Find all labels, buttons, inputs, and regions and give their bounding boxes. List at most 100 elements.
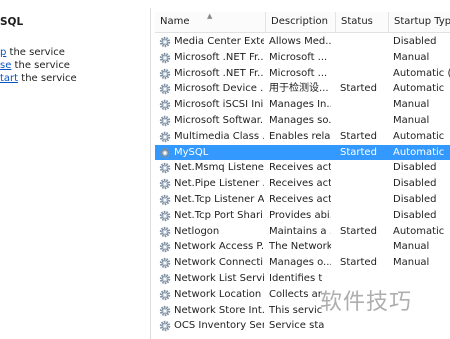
service-description: Manages o... — [269, 257, 331, 269]
service-startup-type: Disabled — [393, 209, 437, 221]
service-description: Provides abi... — [269, 209, 331, 221]
service-startup-type: Automatic — [393, 83, 445, 95]
service-status: Started — [340, 83, 377, 95]
service-description — [269, 145, 331, 161]
service-status — [340, 97, 390, 113]
column-header-name[interactable]: ▲ Name — [155, 12, 265, 32]
service-name: Net.Msmq Listene... — [174, 162, 264, 174]
service-gear-icon — [159, 115, 171, 127]
service-startup-type: Disabled — [393, 178, 437, 190]
left-pane: SQL p the service se the service tart th… — [0, 0, 150, 339]
column-status-label: Status — [341, 16, 373, 27]
watermark: 软件技巧 — [320, 290, 413, 315]
service-title: SQL — [0, 16, 24, 28]
service-startup-type: Disabled — [393, 162, 437, 174]
stop-service-text: the service — [6, 47, 65, 58]
service-name: OCS Inventory Ser... — [174, 320, 264, 332]
service-description: Receives act... — [269, 178, 331, 190]
pane-divider[interactable] — [150, 8, 151, 339]
service-status — [340, 208, 390, 224]
service-startup-type: Manual — [393, 51, 430, 63]
service-name: MySQL — [174, 146, 209, 158]
service-name: Multimedia Class ... — [174, 130, 264, 142]
service-gear-icon — [159, 52, 171, 64]
service-row[interactable]: Media Center Exte... Allows Med... Disable… — [155, 34, 450, 50]
service-name: Network Location ... — [174, 288, 264, 300]
service-description: Manages so... — [269, 114, 331, 126]
column-description-label: Description — [271, 16, 328, 27]
service-startup-type: Disabled — [393, 193, 437, 205]
service-row[interactable]: Netlogon Maintains a ... Started Automatic — [155, 224, 450, 240]
pause-service-text: the service — [11, 60, 70, 71]
service-row[interactable]: Multimedia Class ... Enables rela... Start… — [155, 129, 450, 145]
service-gear-icon — [159, 241, 171, 253]
service-gear-icon — [159, 257, 171, 269]
service-row[interactable]: Network Connecti... Manages o... Started Ma… — [155, 255, 450, 271]
service-row[interactable]: Microsoft Device ... 用于检测设... Started Autom… — [155, 81, 450, 97]
service-row[interactable]: Net.Pipe Listener ... Receives act... Disa… — [155, 176, 450, 192]
service-row[interactable]: Microsoft iSCSI Ini... Manages In... Manua… — [155, 97, 450, 113]
service-startup-type: Automatic — [393, 146, 445, 158]
service-startup-type: Automatic (D — [393, 67, 450, 79]
service-status — [340, 239, 390, 255]
service-name: Net.Tcp Port Shari... — [174, 209, 264, 221]
service-startup-type: Manual — [393, 257, 430, 269]
service-name: Network Store Int... — [174, 304, 264, 316]
service-startup-type: Manual — [393, 241, 430, 253]
pause-service-link[interactable]: se — [0, 60, 11, 71]
service-name: Network Connecti... — [174, 257, 264, 269]
service-gear-icon — [159, 68, 171, 80]
service-status — [340, 34, 390, 50]
service-gear-icon — [159, 178, 171, 190]
service-row[interactable]: Microsoft .NET Fr... Microsoft ... Manual — [155, 50, 450, 66]
service-row[interactable]: OCS Inventory Ser... Service sta — [155, 318, 450, 334]
service-gear-icon — [159, 305, 171, 317]
service-status: Started — [340, 257, 377, 269]
restart-service-text: the service — [18, 73, 77, 84]
service-status — [340, 160, 390, 176]
service-startup-type: Disabled — [393, 36, 437, 47]
service-row[interactable]: Microsoft Softwar... Manages so... Manual — [155, 113, 450, 129]
service-status — [340, 66, 390, 82]
service-gear-icon — [159, 289, 171, 301]
service-status: Started — [340, 130, 377, 142]
service-status — [340, 192, 390, 208]
pause-service-action[interactable]: se the service — [0, 60, 70, 71]
column-name-label: Name — [160, 16, 190, 27]
service-name: Media Center Exte... — [174, 36, 264, 47]
service-description: Service sta — [269, 320, 325, 332]
service-row[interactable]: Net.Tcp Listener A... Receives act... Disa… — [155, 192, 450, 208]
service-gear-icon — [159, 162, 171, 174]
restart-service-action[interactable]: tart the service — [0, 73, 77, 84]
service-name: Microsoft Softwar... — [174, 114, 264, 126]
service-description: Allows Med... — [269, 36, 331, 47]
service-gear-icon — [159, 83, 171, 95]
service-row[interactable]: MySQL Started Automatic — [155, 144, 450, 161]
service-gear-icon — [159, 320, 171, 332]
service-description: The Network... — [269, 241, 331, 253]
service-gear-icon — [159, 226, 171, 238]
stop-service-action[interactable]: p the service — [0, 47, 65, 58]
column-header-startup-type[interactable]: Startup Type — [388, 12, 450, 32]
service-status — [340, 176, 390, 192]
service-row[interactable]: Network Access P... The Network... Manual — [155, 239, 450, 255]
service-startup-type: Manual — [393, 114, 430, 126]
service-name: Network Access P... — [174, 241, 264, 253]
service-row[interactable]: Microsoft .NET Fr... Microsoft ... Automat… — [155, 66, 450, 82]
service-row[interactable]: Net.Msmq Listene... Receives act... Disabl… — [155, 160, 450, 176]
service-description: Manages In... — [269, 99, 331, 111]
service-gear-icon — [159, 131, 171, 143]
service-row[interactable]: Net.Tcp Port Shari... Provides abi... Disa… — [155, 208, 450, 224]
service-name: Microsoft .NET Fr... — [174, 51, 264, 63]
service-status — [340, 318, 390, 334]
service-name: Net.Tcp Listener A... — [174, 193, 264, 205]
service-name: Netlogon — [174, 225, 220, 237]
service-startup-type: Manual — [393, 99, 430, 111]
restart-service-link[interactable]: tart — [0, 73, 18, 84]
service-name: Microsoft Device ... — [174, 83, 264, 95]
column-header-status[interactable]: Status — [335, 12, 388, 32]
column-header-description[interactable]: Description — [265, 12, 335, 32]
column-header: ▲ Name Description Status Startup Type — [155, 12, 450, 33]
service-gear-icon — [159, 99, 171, 111]
service-gear-icon — [159, 147, 171, 159]
